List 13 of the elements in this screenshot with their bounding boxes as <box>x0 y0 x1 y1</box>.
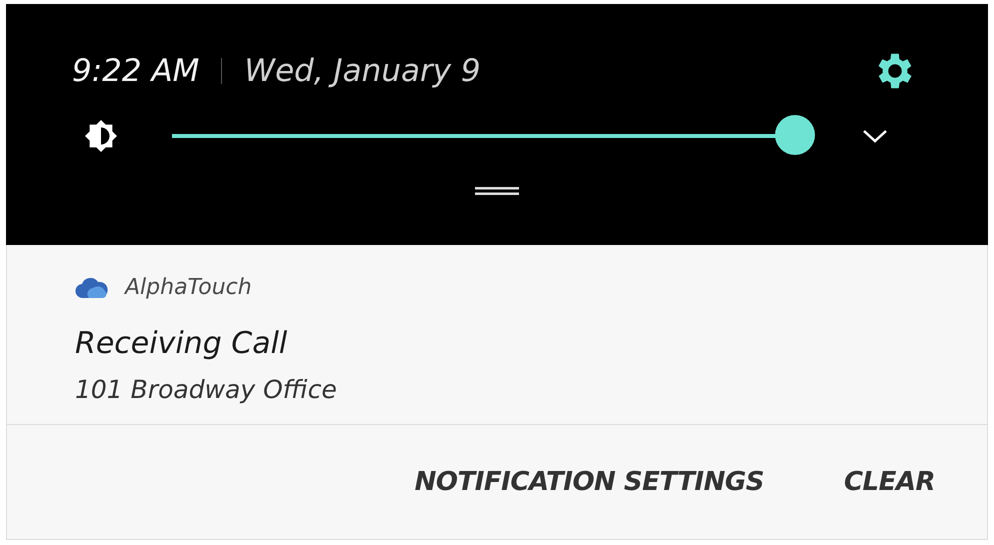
chevron-down-icon[interactable] <box>861 128 889 144</box>
notification-title: Receiving Call <box>75 326 288 361</box>
brightness-icon <box>84 119 118 153</box>
drag-handle-icon[interactable] <box>475 186 519 196</box>
app-name: AlphaTouch <box>125 275 252 300</box>
notification-text: 101 Broadway Office <box>75 375 338 404</box>
notification-card[interactable]: AlphaTouch Receiving Call 101 Broadway Office NOTIFICATION SETTINGS CLEAR <box>6 245 988 540</box>
cloud-icon <box>75 278 109 298</box>
clock-time: 9:22 AM <box>72 53 200 89</box>
action-button[interactable]: NOTIFICATION SETTINGS <box>414 463 764 501</box>
slider-thumb[interactable] <box>775 115 815 155</box>
date-label: Wed, January 9 <box>244 53 481 89</box>
action-button[interactable]: CLEAR <box>844 463 935 501</box>
